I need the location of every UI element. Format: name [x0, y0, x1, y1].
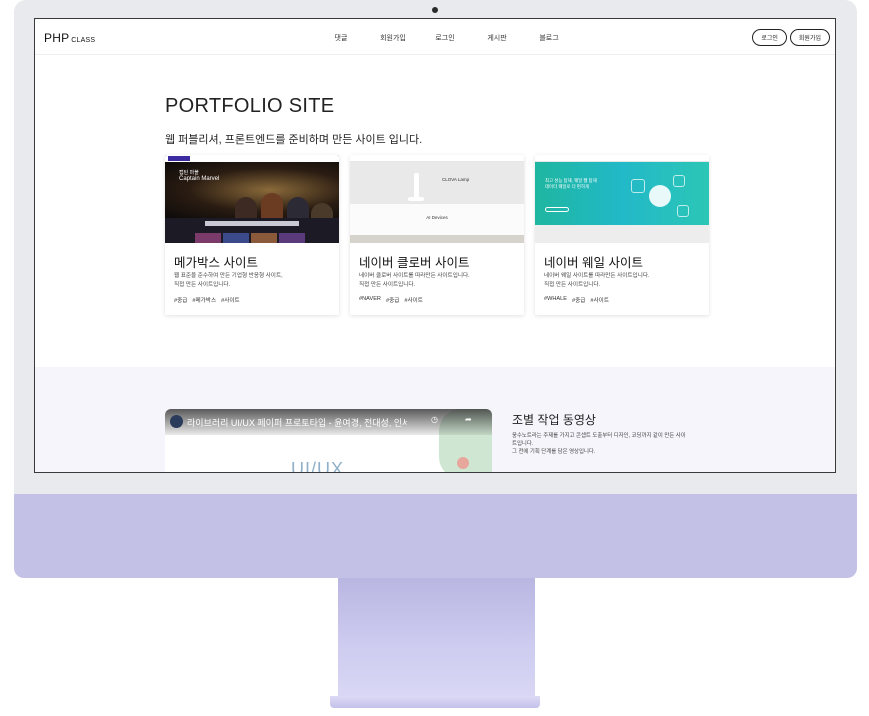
card-desc-line: 웹 표준을 준수하여 만든 기업형 반응형 사이트,: [174, 273, 283, 279]
whale-thumbnail: 최고 성능 탑재, 웨일 웹 탑재 데이터 웨일로 더 편하게: [535, 155, 709, 243]
tag: #메가박스: [192, 298, 217, 304]
card-desc-line: 네이버 웨일 사이트를 따라만든 사이트입니다.: [544, 273, 650, 279]
card-description: 네이버 클로버 사이트를 따라만든 사이트입니다. 직접 만든 사이트입니다.: [359, 272, 519, 290]
card-description: 웹 표준을 준수하여 만든 기업형 반응형 사이트, 직접 만든 사이트입니다.: [174, 272, 334, 290]
clock-icon[interactable]: ◷: [431, 415, 438, 424]
tag: #WHALE: [544, 296, 568, 302]
camera-icon: [432, 7, 438, 13]
signup-button[interactable]: 회원가입: [789, 29, 830, 46]
portfolio-card-naver-whale[interactable]: 최고 성능 탑재, 웨일 웹 탑재 데이터 웨일로 더 편하게 네이버 웨일 사…: [535, 155, 709, 315]
screen: PHP CLASS 댓글 회원가입 로그인 게시판 블로그 로그인 회원가입 PO…: [34, 18, 836, 473]
card-desc-line: 직접 만든 사이트입니다.: [359, 282, 416, 288]
video-desc-line: 그 전에 기획 단계를 담은 영상입니다.: [512, 449, 596, 455]
card-tags: #중급 #메가박스 #사이트: [174, 296, 240, 304]
menu-item-board[interactable]: 게시판: [471, 33, 523, 43]
tag: #사이트: [590, 298, 609, 304]
tag: #사이트: [221, 298, 240, 304]
tag: #사이트: [404, 298, 423, 304]
card-title: 네이버 웨일 사이트: [544, 256, 643, 270]
page-title: PORTFOLIO SITE: [165, 95, 335, 117]
card-desc-line: 직접 만든 사이트입니다.: [174, 282, 231, 288]
auth-buttons: 로그인 회원가입: [752, 29, 830, 46]
imac-chin: [14, 494, 857, 578]
thumb-text: CLOVA Lamp: [442, 177, 470, 182]
menu-item-comment[interactable]: 댓글: [315, 33, 367, 43]
portfolio-card-megabox[interactable]: 캡틴 마블 Captain Marvel 메가박스 사이트 웹 표준을 준수하여…: [165, 155, 339, 315]
imac-stand: [338, 578, 535, 698]
tag: #중급: [174, 298, 188, 304]
tag: #NAVER: [359, 296, 381, 302]
thumb-text: AI Devices: [426, 215, 448, 220]
menu-item-signup[interactable]: 회원가입: [367, 33, 419, 43]
card-description: 네이버 웨일 사이트를 따라만든 사이트입니다. 직접 만든 사이트입니다.: [544, 272, 704, 290]
card-title: 네이버 클로버 사이트: [359, 256, 470, 270]
video-player[interactable]: UI/UX 라이브러리 UI/UX 페이퍼 프로토타입 - 윤여경, 전대성, …: [165, 409, 492, 473]
thumb-text: Captain Marvel: [179, 176, 220, 182]
login-button[interactable]: 로그인: [752, 29, 787, 46]
video-art-text: UI/UX: [291, 459, 345, 473]
menu-item-login[interactable]: 로그인: [419, 33, 471, 43]
main-menu: 댓글 회원가입 로그인 게시판 블로그: [315, 33, 575, 43]
card-desc-line: 네이버 클로버 사이트를 따라만든 사이트입니다.: [359, 273, 470, 279]
video-heading: 조별 작업 동영상: [512, 413, 596, 427]
portfolio-card-naver-clover[interactable]: CLOVA Lamp AI Devices 네이버 클로버 사이트 네이버 클로…: [350, 155, 524, 315]
video-description: 웅수노트라는 주제를 가지고 콘셉트 도출부터 디자인, 코딩까지 같이 만든 …: [512, 432, 742, 456]
card-tags: #WHALE #중급 #사이트: [544, 296, 609, 304]
site-logo[interactable]: PHP CLASS: [44, 31, 95, 45]
card-desc-line: 직접 만든 사이트입니다.: [544, 282, 601, 288]
tag: #중급: [385, 298, 400, 304]
card-title: 메가박스 사이트: [174, 256, 258, 270]
thumb-text-line: 데이터 웨일로 더 편하게: [545, 184, 590, 189]
site-header: PHP CLASS 댓글 회원가입 로그인 게시판 블로그 로그인 회원가입: [35, 19, 835, 55]
channel-avatar[interactable]: [170, 415, 183, 428]
logo-main: PHP: [44, 31, 70, 45]
card-tags: #NAVER #중급 #사이트: [359, 296, 423, 304]
thumb-text: 캡틴 마블: [179, 170, 199, 176]
portfolio-cards: 캡틴 마블 Captain Marvel 메가박스 사이트 웹 표준을 준수하여…: [165, 155, 709, 315]
imac-stand-foot: [330, 696, 540, 708]
whale-logo-icon: [649, 185, 671, 207]
imac-mockup: PHP CLASS 댓글 회원가입 로그인 게시판 블로그 로그인 회원가입 PO…: [0, 0, 869, 716]
video-desc-line: 트입니다.: [512, 441, 534, 447]
tag: #중급: [572, 298, 586, 304]
clover-thumbnail: CLOVA Lamp AI Devices: [350, 155, 524, 243]
logo-small: CLASS: [71, 37, 96, 44]
menu-item-blog[interactable]: 블로그: [523, 33, 575, 43]
video-desc-line: 웅수노트라는 주제를 가지고 콘셉트 도출부터 디자인, 코딩까지 같이 만든 …: [512, 433, 686, 439]
page-subtitle: 웹 퍼블리셔, 프론트엔드를 준비하며 만든 사이트 입니다.: [165, 134, 423, 146]
thumb-text: 최고 성능 탑재, 웨일 웹 탑재 데이터 웨일로 더 편하게: [545, 178, 597, 190]
video-title[interactable]: 라이브러리 UI/UX 페이퍼 프로토타입 - 윤여경, 전대성, 인세영, 조…: [187, 416, 407, 429]
megabox-thumbnail: 캡틴 마블 Captain Marvel: [165, 155, 339, 243]
share-icon[interactable]: ➦: [465, 415, 472, 424]
